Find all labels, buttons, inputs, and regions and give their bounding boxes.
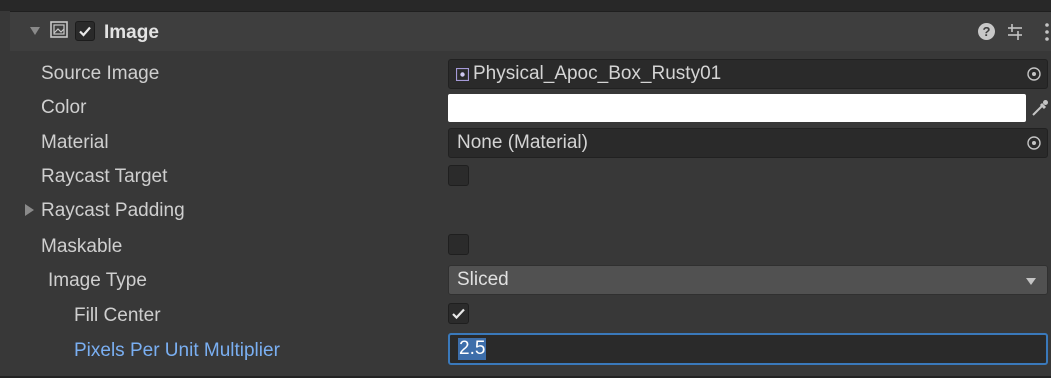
image-component-icon [50,21,68,38]
collapse-arrow-icon[interactable] [30,27,40,35]
component-enabled-checkbox[interactable] [75,21,95,41]
color-label: Color [41,97,87,118]
checkmark-icon [452,308,465,320]
raycast-padding-label[interactable]: Raycast Padding [41,200,185,222]
ppu-multiplier-value: 2.5 [459,338,486,359]
foldout-arrow-icon[interactable] [25,204,34,216]
more-options-icon[interactable] [1044,22,1050,42]
maskable-label: Maskable [41,236,123,257]
dropdown-arrow-icon [1026,278,1036,285]
eyedropper-icon[interactable] [1028,96,1050,120]
maskable-checkbox[interactable] [448,234,469,255]
help-icon[interactable]: ? [978,23,995,40]
source-image-value: Physical_Apoc_Box_Rusty01 [473,63,722,84]
source-image-label: Source Image [41,63,160,84]
image-type-dropdown[interactable]: Sliced [448,265,1048,295]
raycast-target-checkbox[interactable] [448,165,469,186]
fill-center-label: Fill Center [74,305,161,326]
object-picker-icon[interactable] [1026,66,1042,82]
material-label: Material [41,132,109,153]
object-picker-icon[interactable] [1026,135,1042,151]
color-swatch-field[interactable] [448,94,1026,122]
presets-icon[interactable] [1005,22,1025,42]
image-type-label: Image Type [48,270,147,291]
ppu-multiplier-input[interactable]: 2.5 [448,333,1048,365]
component-title: Image [104,22,159,43]
material-value: None (Material) [457,132,588,153]
ppu-multiplier-label: Pixels Per Unit Multiplier [74,340,280,361]
material-field[interactable]: None (Material) [448,128,1048,158]
sprite-icon [456,68,469,81]
source-image-field[interactable]: Physical_Apoc_Box_Rusty01 [448,59,1048,89]
fill-center-checkbox[interactable] [448,303,469,324]
inspector-top-strip [0,0,1051,11]
raycast-target-label: Raycast Target [41,166,168,187]
component-header[interactable]: Image ? [10,11,1051,51]
checkmark-icon [79,26,91,37]
image-type-value: Sliced [457,269,509,290]
text-selection: 2.5 [458,338,487,360]
